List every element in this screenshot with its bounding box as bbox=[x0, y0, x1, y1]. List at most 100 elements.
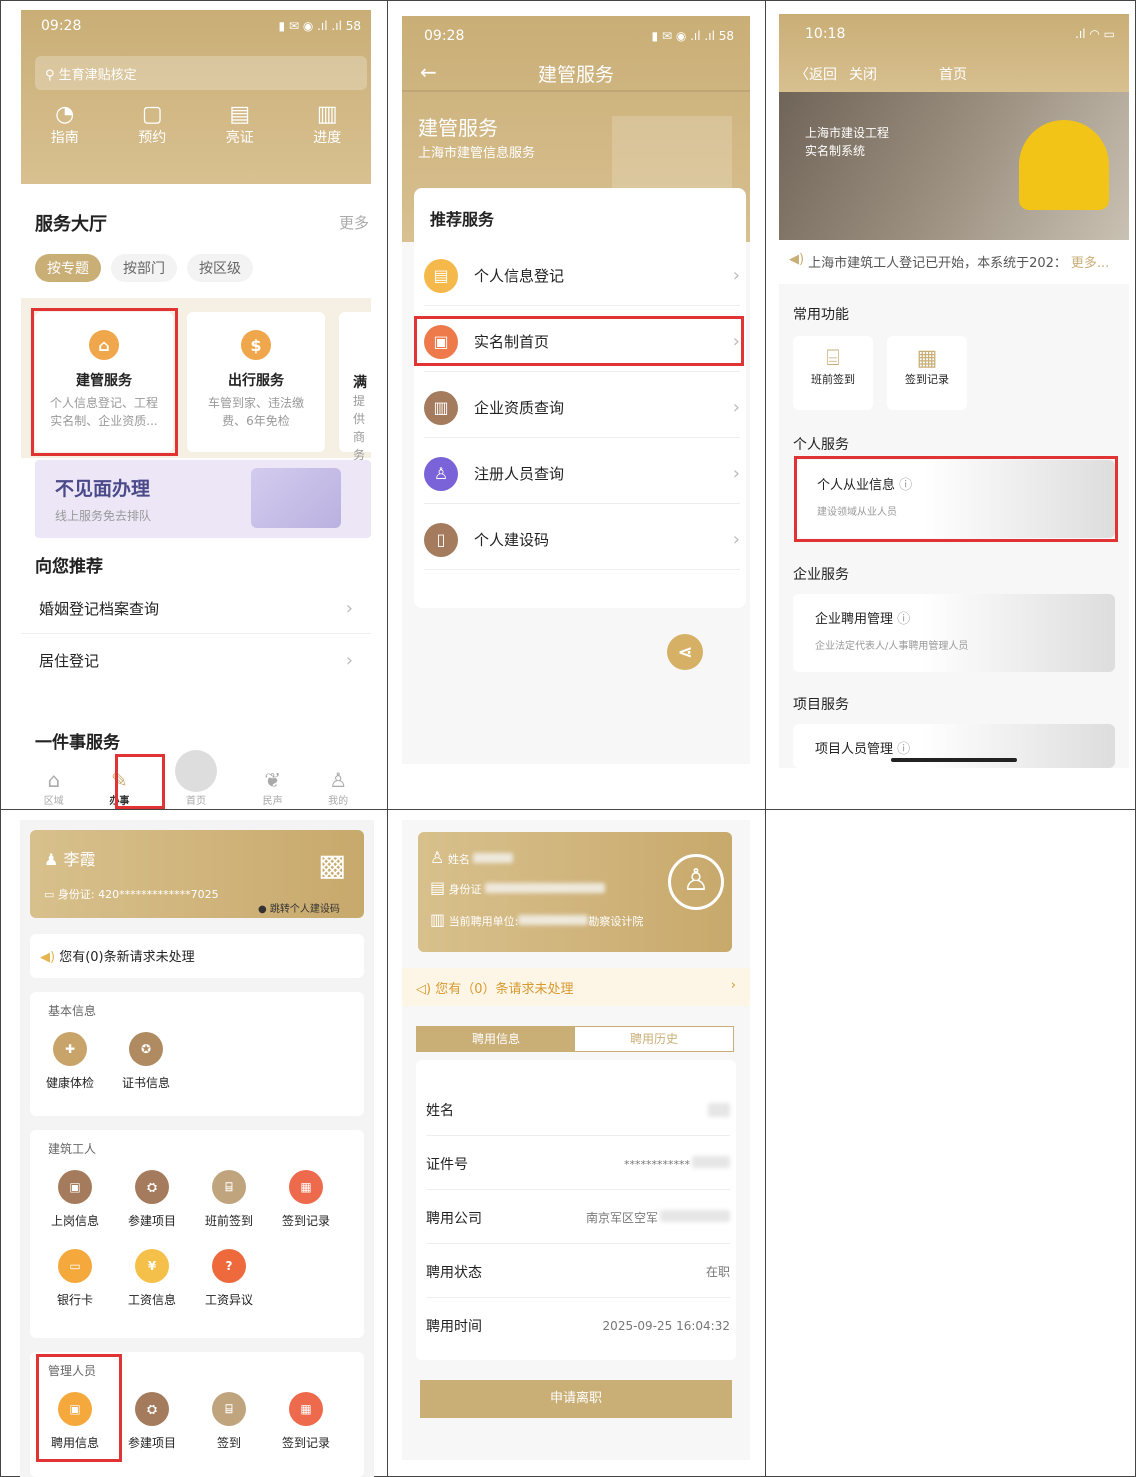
worker-checkin-records[interactable]: ▦ 签到记录 bbox=[277, 1170, 335, 1229]
enterprise-hiring-card[interactable]: 企业聘用管理 ⓘ 企业法定代表人/人事聘用管理人员 bbox=[793, 594, 1115, 672]
certificate-info[interactable]: ✪ 证书信息 bbox=[122, 1032, 170, 1091]
bottom-nav: ⌂ 区域 ✎ 办事 首页 ❦ 民声 ♙ 我的 bbox=[21, 750, 371, 809]
search-input[interactable]: ⚲ 生育津贴核定 bbox=[35, 56, 367, 90]
divider bbox=[765, 0, 766, 1477]
list-item-realname-home[interactable]: ▣ 实名制首页 › bbox=[424, 312, 740, 372]
quick-guide[interactable]: ◔ 指南 bbox=[51, 102, 79, 147]
health-check[interactable]: ✚ 健康体检 bbox=[46, 1032, 94, 1091]
person-icon: ♙ bbox=[329, 768, 348, 792]
section-title: 推荐服务 bbox=[430, 210, 495, 229]
share-icon[interactable]: ⋖ bbox=[667, 634, 703, 670]
common-checkin[interactable]: ⌸ 班前签到 bbox=[793, 336, 873, 410]
offline-banner[interactable]: 不见面办理 线上服务免去排队 bbox=[35, 460, 371, 538]
id-photo-icon: ▣ bbox=[58, 1170, 92, 1204]
nav-home[interactable]: 首页 bbox=[174, 750, 217, 807]
info-icon: ⓘ bbox=[897, 742, 911, 757]
status-icons: ▮ ✉ ◉ .ıl .ıl 58 bbox=[278, 19, 361, 33]
panel-employment-info: ♙ 姓名 ▤ 身份证 ▥ 当前聘用单位: 勘察设计院 ♙ ◁) 您有（0）条请求未… bbox=[402, 820, 750, 1460]
divider bbox=[387, 0, 388, 1477]
nav-me[interactable]: ♙ 我的 bbox=[328, 768, 348, 807]
basic-info-section: 基本信息 ✚ 健康体检 ✪ 证书信息 bbox=[30, 992, 364, 1116]
row-status: 聘用状态 在职 bbox=[426, 1246, 730, 1298]
nav-services[interactable]: ✎ 办事 bbox=[109, 768, 129, 807]
page-title: 首页 bbox=[939, 67, 967, 83]
nav-region[interactable]: ⌂ 区域 bbox=[44, 768, 64, 807]
common-checkin-records[interactable]: ▦ 签到记录 bbox=[887, 336, 967, 410]
notice-bar[interactable]: ◁) 您有（0）条请求未处理 › bbox=[402, 968, 750, 1006]
redacted-value bbox=[708, 1102, 730, 1117]
close-link[interactable]: 关闭 bbox=[849, 64, 877, 84]
chevron-right-icon: › bbox=[732, 331, 740, 352]
worker-wage-dispute[interactable]: ? 工资异议 bbox=[200, 1249, 258, 1308]
building-icon: ▥ bbox=[430, 910, 446, 929]
person-illustration bbox=[251, 468, 341, 528]
status-time: 09:28 bbox=[424, 28, 465, 44]
notice-bar[interactable]: ◀) 您有(0)条新请求未处理 bbox=[30, 934, 364, 978]
manager-checkin[interactable]: ⌸ 签到 bbox=[200, 1392, 258, 1451]
helmet-illustration bbox=[1019, 120, 1109, 210]
worker-projects[interactable]: ⛭ 参建项目 bbox=[123, 1170, 181, 1229]
personal-employment-card[interactable]: 个人从业信息 ⓘ 建设领域从业人员 bbox=[797, 460, 1115, 538]
quick-appointment[interactable]: ▢ 预约 bbox=[138, 102, 166, 147]
crane-icon: ⛭ bbox=[135, 1170, 169, 1204]
list-item[interactable]: 居住登记 › bbox=[21, 638, 371, 686]
hero-title: 建管服务 bbox=[418, 116, 498, 140]
tab-district[interactable]: 按区级 bbox=[187, 254, 253, 282]
scan-icon: ⌸ bbox=[212, 1170, 246, 1204]
flower-icon: ❦ bbox=[264, 768, 281, 792]
chevron-right-icon: › bbox=[732, 463, 740, 484]
worker-checkin[interactable]: ⌸ 班前签到 bbox=[200, 1170, 258, 1229]
info-icon: ⓘ bbox=[897, 612, 911, 627]
back-link[interactable]: 〈返回 bbox=[795, 64, 837, 84]
hero-subtitle: 上海市建管信息服务 bbox=[418, 146, 536, 161]
notice-bar[interactable]: ◀) 上海市建筑工人登记已开始，本系统于202： 更多... bbox=[789, 252, 1129, 276]
worker-bank-card[interactable]: ▭ 银行卡 bbox=[46, 1249, 104, 1308]
quick-show-cert[interactable]: ▤ 亮证 bbox=[226, 102, 254, 147]
common-title: 常用功能 bbox=[793, 307, 849, 323]
qr-code-icon[interactable]: ▩ bbox=[318, 848, 346, 883]
panel-realname-home: 10:18 .ıl ◠ ▭ 〈返回 关闭 首页 上海市建设工程 实名制系统 ◀)… bbox=[779, 14, 1129, 768]
calendar-check-icon: ▦ bbox=[289, 1170, 323, 1204]
row-id-number: 证件号 ************ bbox=[426, 1138, 730, 1190]
card-travel-service[interactable]: $ 出行服务 车管到家、违法缴费、6年免检 bbox=[187, 312, 325, 452]
calendar-icon: ▢ bbox=[141, 102, 163, 127]
row-company: 聘用公司 南京军区空军 bbox=[426, 1192, 730, 1244]
manager-projects[interactable]: ⛭ 参建项目 bbox=[123, 1392, 181, 1451]
hall-title: 服务大厅 bbox=[35, 214, 107, 235]
id-icon: ▭ bbox=[44, 888, 55, 901]
project-title: 项目服务 bbox=[793, 697, 849, 713]
tab-employment-history[interactable]: 聘用历史 bbox=[575, 1027, 733, 1051]
row-time: 聘用时间 2025-09-25 16:04:32 bbox=[426, 1319, 730, 1335]
card-more-service[interactable]: 满 提供商务 bbox=[339, 312, 371, 462]
list-item-registered-staff[interactable]: ♙ 注册人员查询 › bbox=[424, 444, 740, 504]
status-time: 09:28 bbox=[41, 18, 82, 34]
scan-icon: ⌸ bbox=[826, 346, 840, 371]
list-item[interactable]: 婚姻登记档案查询 › bbox=[21, 586, 371, 634]
construction-icon: ⌂ bbox=[89, 330, 119, 360]
building-illustration bbox=[612, 116, 732, 188]
id-card-icon: ▤ bbox=[424, 258, 458, 293]
list-item-personal-register[interactable]: ▤ 个人信息登记 › bbox=[424, 246, 740, 306]
resign-button[interactable]: 申请离职 bbox=[420, 1380, 732, 1418]
card-construction-service[interactable]: ⌂ 建管服务 个人信息登记、工程实名制、企业资质... bbox=[35, 312, 173, 452]
list-item-personal-code[interactable]: ▯ 个人建设码 › bbox=[424, 510, 740, 570]
tab-topic[interactable]: 按专题 bbox=[35, 254, 101, 282]
scan-icon: ⌸ bbox=[212, 1392, 246, 1426]
user-name: 李霞 bbox=[63, 850, 96, 869]
manager-employment-info[interactable]: ▣ 聘用信息 bbox=[46, 1392, 104, 1451]
employment-icon: ▣ bbox=[58, 1392, 92, 1426]
tab-department[interactable]: 按部门 bbox=[111, 254, 177, 282]
manager-checkin-records[interactable]: ▦ 签到记录 bbox=[277, 1392, 335, 1451]
worker-wage-info[interactable]: ¥ 工资信息 bbox=[123, 1249, 181, 1308]
one-thing-title: 一件事服务 bbox=[35, 733, 120, 753]
worker-onduty-info[interactable]: ▣ 上岗信息 bbox=[46, 1170, 104, 1229]
profile-card: ♙ 姓名 ▤ 身份证 ▥ 当前聘用单位: 勘察设计院 ♙ bbox=[418, 832, 732, 952]
jump-personal-code[interactable]: ● 跳转个人建设码 bbox=[258, 900, 340, 915]
tab-employment-info[interactable]: 聘用信息 bbox=[417, 1027, 575, 1051]
card-icon: ▤ bbox=[229, 102, 251, 127]
list-item-company-qualification[interactable]: ▥ 企业资质查询 › bbox=[424, 378, 740, 438]
quick-progress[interactable]: ▥ 进度 bbox=[313, 102, 341, 147]
more-link[interactable]: 更多 bbox=[339, 212, 369, 233]
nav-voice[interactable]: ❦ 民声 bbox=[263, 768, 283, 807]
chart-icon: ▥ bbox=[316, 102, 338, 127]
